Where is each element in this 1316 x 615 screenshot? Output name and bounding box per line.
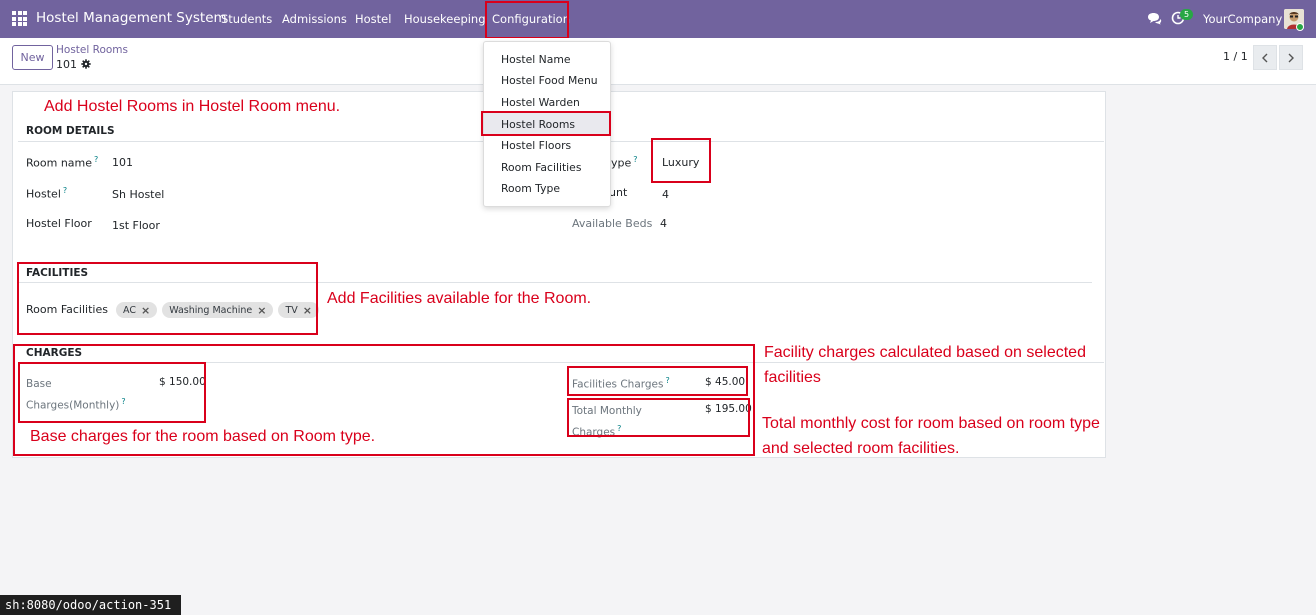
room-type-label: ype?	[611, 155, 638, 170]
control-panel	[0, 38, 1316, 85]
room-name-label: Room name?	[26, 155, 99, 170]
bed-count-label: unt	[609, 186, 628, 199]
dropdown-item-hostel-name[interactable]: Hostel Name	[501, 53, 571, 66]
bed-count-field[interactable]: 4	[662, 188, 669, 201]
chevron-left-icon	[1262, 53, 1268, 62]
status-url-bar: sh:8080/odoo/action-351	[0, 595, 181, 615]
hostel-label: Hostel?	[26, 186, 68, 201]
annotation-add-facilities: Add Facilities available for the Room.	[327, 290, 592, 307]
room-name-field[interactable]: 101	[112, 156, 133, 169]
pager-counter[interactable]: 1 / 1	[1223, 50, 1248, 63]
menu-students[interactable]: Students	[221, 12, 272, 26]
annotation-total-cost: Total monthly cost for room based on roo…	[762, 415, 1100, 457]
available-beds-label: Available Beds	[572, 217, 653, 230]
pager-previous-button[interactable]	[1253, 45, 1277, 70]
hostel-field[interactable]: Sh Hostel	[112, 188, 164, 201]
dropdown-item-hostel-food-menu[interactable]: Hostel Food Menu	[501, 74, 598, 87]
breadcrumb-hostel-rooms[interactable]: Hostel Rooms	[56, 44, 128, 56]
dropdown-item-room-type[interactable]: Room Type	[501, 182, 560, 195]
help-tooltip-icon[interactable]: ?	[63, 186, 67, 195]
online-status-dot	[1296, 23, 1304, 31]
facilities-highlight-box	[17, 262, 318, 335]
new-button[interactable]: New	[12, 45, 53, 70]
available-beds-value: 4	[660, 217, 667, 230]
dropdown-item-hostel-warden[interactable]: Hostel Warden	[501, 96, 580, 109]
hostel-floor-label: Hostel Floor	[26, 217, 92, 230]
section-title-room-details: ROOM DETAILS	[26, 125, 115, 137]
dropdown-item-room-facilities[interactable]: Room Facilities	[501, 161, 581, 174]
gear-icon[interactable]	[81, 59, 91, 69]
annotation-facility-charges: Facility charges calculated based on sel…	[764, 344, 1086, 386]
pager-next-button[interactable]	[1279, 45, 1303, 70]
menu-admissions[interactable]: Admissions	[282, 12, 347, 26]
hostel-floor-field[interactable]: 1st Floor	[112, 219, 160, 232]
annotation-base-charges: Base charges for the room based on Room …	[30, 428, 376, 445]
configuration-highlight-box	[485, 1, 569, 39]
breadcrumb-current-record: 101	[56, 58, 77, 71]
apps-grid-icon[interactable]	[12, 11, 27, 26]
dropdown-item-hostel-floors[interactable]: Hostel Floors	[501, 139, 571, 152]
company-switcher[interactable]: YourCompany	[1203, 12, 1282, 26]
chevron-right-icon	[1288, 53, 1294, 62]
help-tooltip-icon[interactable]: ?	[633, 155, 637, 164]
chat-icon[interactable]	[1147, 12, 1162, 25]
hostel-rooms-highlight-box	[481, 111, 611, 136]
menu-housekeeping[interactable]: Housekeeping	[404, 12, 486, 26]
menu-hostel[interactable]: Hostel	[355, 12, 391, 26]
activity-count-badge: 5	[1180, 9, 1194, 20]
room-type-highlight-box	[651, 138, 711, 183]
app-brand[interactable]: Hostel Management System	[36, 10, 227, 26]
help-tooltip-icon[interactable]: ?	[94, 155, 98, 164]
annotation-add-rooms: Add Hostel Rooms in Hostel Room menu.	[44, 98, 341, 115]
